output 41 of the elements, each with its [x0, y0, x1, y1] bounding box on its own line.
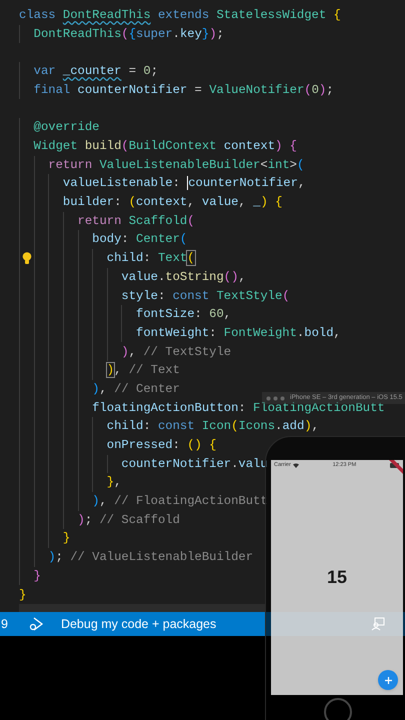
- code-line: ), // Center: [92, 380, 180, 398]
- code-line: fontWeight: FontWeight.bold,: [136, 324, 341, 342]
- debug-icon[interactable]: [28, 617, 44, 631]
- code-line: onPressed: () {: [106, 437, 216, 454]
- code-line: ); // ValueListenableBuilder: [48, 549, 254, 566]
- code-line: floatingActionButton: FloatingActionButt: [92, 400, 385, 417]
- code-line: return ValueListenableBuilder<int>(: [48, 156, 304, 174]
- code-line: valueListenable: counterNotifier,: [62, 175, 306, 192]
- home-button[interactable]: [324, 698, 352, 720]
- code-line: }: [62, 530, 70, 548]
- plus-icon: [384, 676, 392, 684]
- code-line: final counterNotifier = ValueNotifier(0);: [34, 82, 334, 99]
- remote-icon[interactable]: [371, 617, 385, 631]
- wifi-icon: [292, 462, 299, 468]
- debug-config-label[interactable]: Debug my code + packages: [60, 614, 216, 634]
- code-line: ), // FloatingActionButt: [92, 493, 268, 510]
- counter-value: 15: [326, 566, 348, 589]
- lightbulb-icon[interactable]: [22, 252, 32, 265]
- code-line: fontSize: 60,: [136, 306, 232, 324]
- code-line: },: [106, 474, 122, 492]
- code-line: }: [19, 586, 26, 604]
- horizontal-scrollbar[interactable]: [19, 604, 265, 612]
- window-controls-icon[interactable]: [266, 396, 286, 400]
- code-line: ); // Scaffold: [78, 512, 180, 529]
- code-line: return Scaffold(: [78, 212, 195, 230]
- status-text: 9: [1, 616, 8, 633]
- code-line: ), // TextStyle: [121, 344, 232, 361]
- code-line: @override: [34, 119, 100, 136]
- code-line: value.toString(),: [121, 268, 246, 286]
- code-line: DontReadThis({super.key});: [34, 26, 224, 43]
- code-line: child: const Icon(Icons.add),: [106, 418, 319, 436]
- add-button[interactable]: [378, 670, 398, 690]
- code-line: style: const TextStyle(: [121, 288, 290, 304]
- code-line: Widget build(BuildContext context) {: [34, 138, 297, 155]
- code-line: class DontReadThis extends StatelessWidget {: [19, 7, 341, 24]
- code-line: var _counter = 0;: [34, 63, 158, 80]
- code-line: builder: (context, value, _) {: [62, 194, 282, 212]
- code-line: body: Center(: [92, 231, 188, 248]
- code-line: child: Text(: [106, 250, 195, 268]
- code-line: }: [34, 568, 41, 585]
- code-line: ), // Text: [106, 362, 180, 380]
